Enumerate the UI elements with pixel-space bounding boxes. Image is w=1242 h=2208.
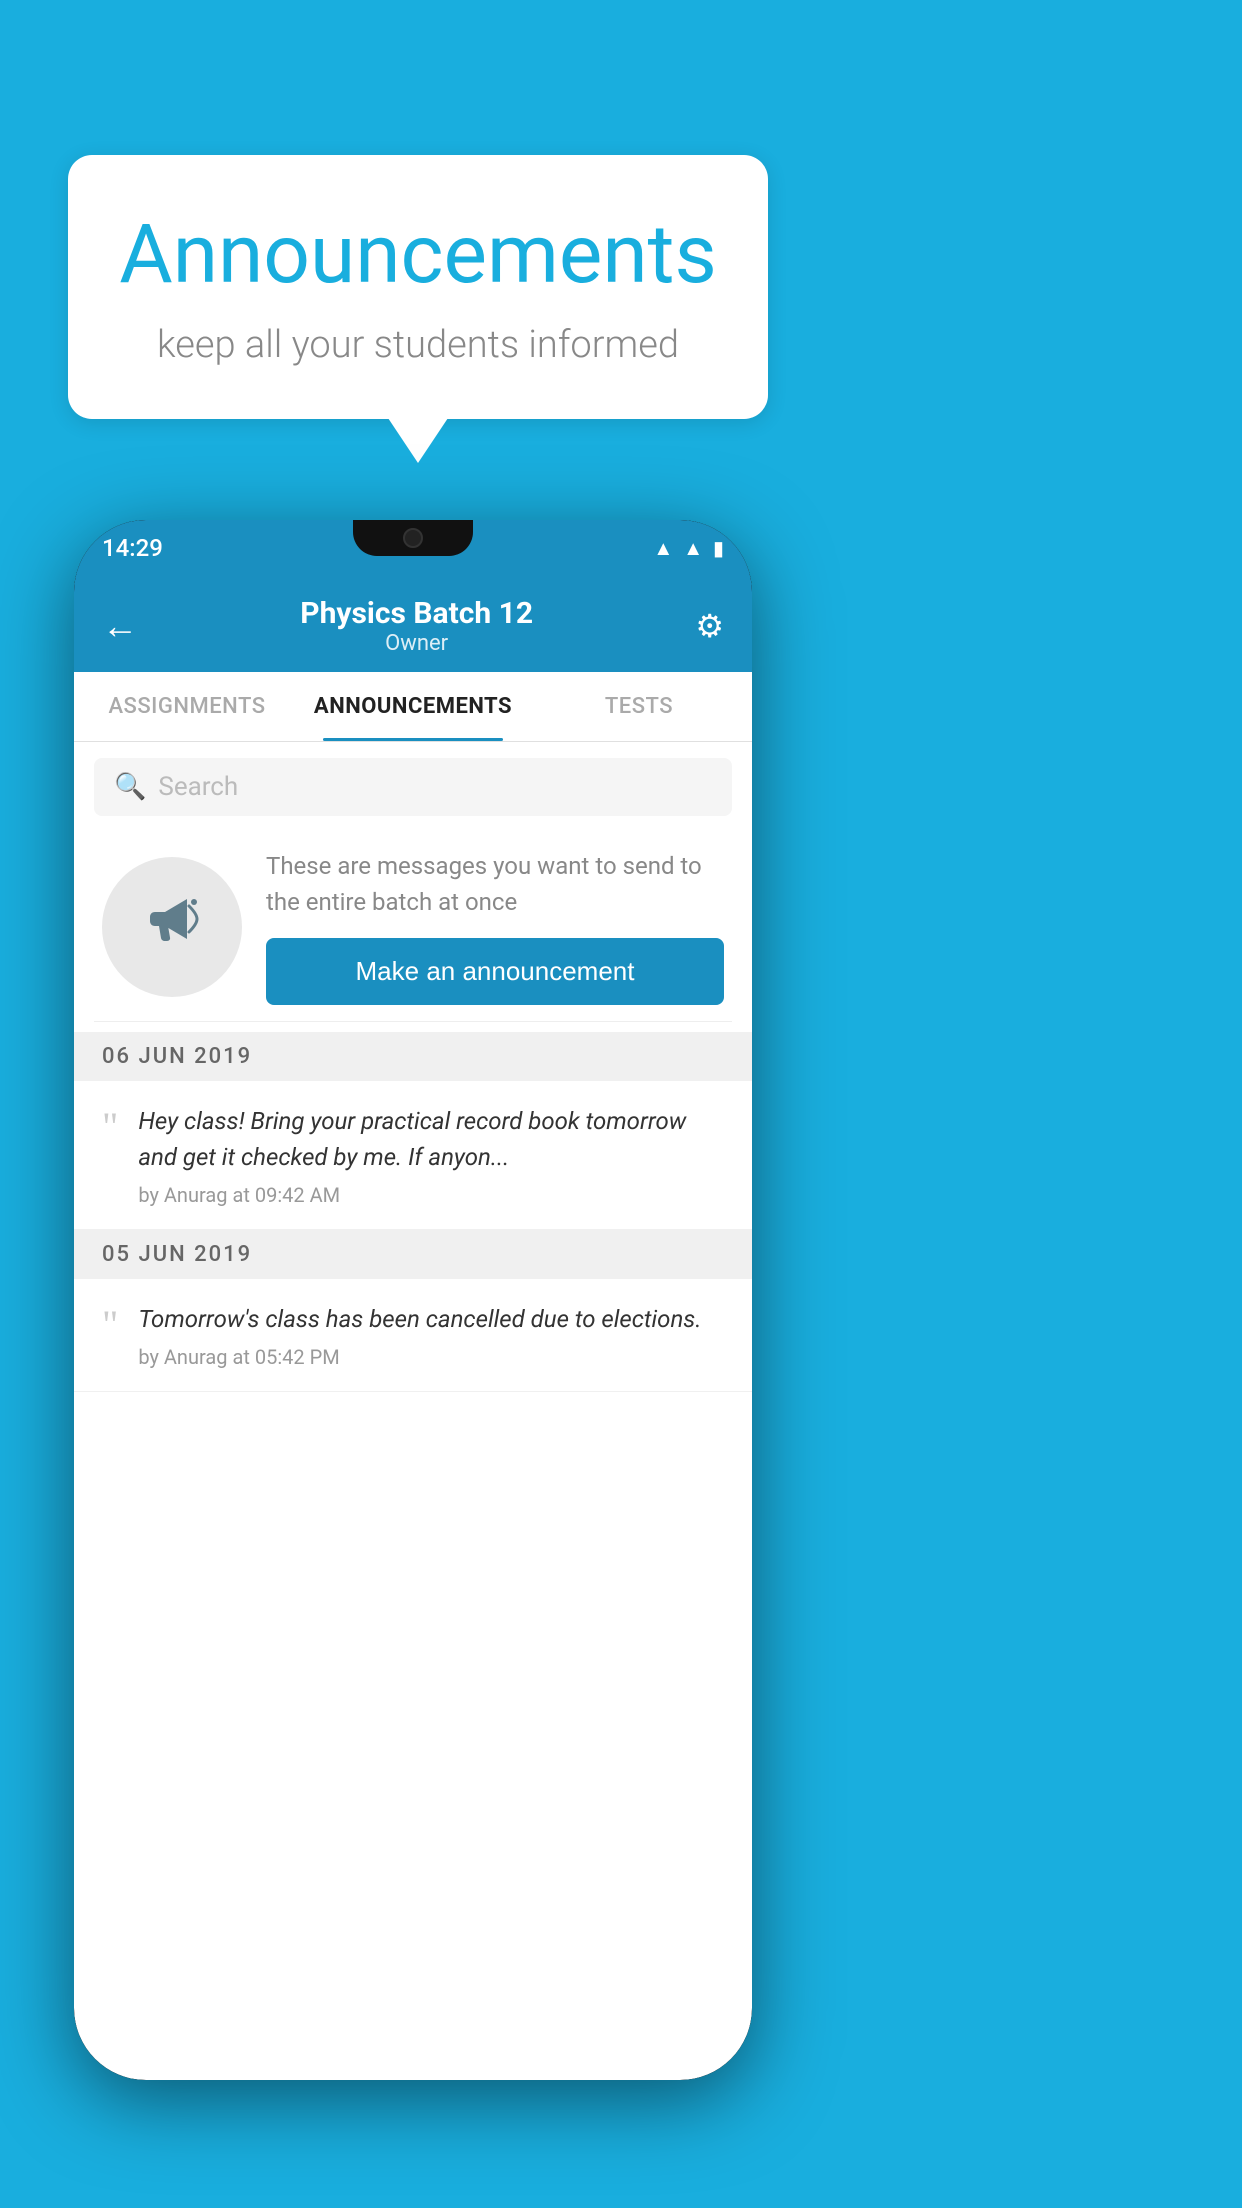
speech-bubble: Announcements keep all your students inf… <box>68 155 768 419</box>
phone-frame: 14:29 ▲ ▲ ▮ ← Physics Batch 12 Owner ⚙ A… <box>74 520 752 2080</box>
announcement-meta-2: by Anurag at 05:42 PM <box>138 1345 339 1369</box>
megaphone-icon <box>137 884 207 969</box>
quote-icon-1: " <box>102 1107 118 1147</box>
announcements-title: Announcements <box>116 207 720 303</box>
quote-icon-2: " <box>102 1305 118 1345</box>
date-separator-1: 06 JUN 2019 <box>74 1032 752 1081</box>
status-bar: 14:29 ▲ ▲ ▮ <box>74 520 752 576</box>
announcement-item-1[interactable]: " Hey class! Bring your practical record… <box>74 1081 752 1230</box>
tab-announcements[interactable]: ANNOUNCEMENTS <box>300 672 526 741</box>
search-bar[interactable]: 🔍 Search <box>94 758 732 816</box>
announcement-body-2: Tomorrow's class has been cancelled due … <box>138 1301 724 1369</box>
wifi-icon: ▲ <box>653 536 673 561</box>
batch-role: Owner <box>300 631 533 656</box>
promo-description: These are messages you want to send to t… <box>266 848 724 920</box>
make-announcement-button[interactable]: Make an announcement <box>266 938 724 1005</box>
app-header: ← Physics Batch 12 Owner ⚙ <box>74 576 752 672</box>
tab-assignments[interactable]: ASSIGNMENTS <box>74 672 300 741</box>
status-time: 14:29 <box>102 534 163 562</box>
announcement-text-1: Hey class! Bring your practical record b… <box>138 1103 724 1175</box>
phone-inner: 14:29 ▲ ▲ ▮ ← Physics Batch 12 Owner ⚙ A… <box>74 520 752 2080</box>
announcement-text-2: Tomorrow's class has been cancelled due … <box>138 1301 724 1337</box>
speech-bubble-container: Announcements keep all your students inf… <box>68 155 768 419</box>
status-icons: ▲ ▲ ▮ <box>653 536 724 561</box>
battery-icon: ▮ <box>713 536 724 560</box>
announcement-item-2[interactable]: " Tomorrow's class has been cancelled du… <box>74 1279 752 1392</box>
tab-tests[interactable]: TESTS <box>526 672 752 741</box>
promo-content: These are messages you want to send to t… <box>266 848 724 1005</box>
front-camera <box>403 528 423 548</box>
promo-card: These are messages you want to send to t… <box>94 832 732 1022</box>
back-button[interactable]: ← <box>102 605 138 647</box>
search-icon: 🔍 <box>114 772 146 802</box>
announcement-body-1: Hey class! Bring your practical record b… <box>138 1103 724 1207</box>
announcements-subtitle: keep all your students informed <box>116 323 720 367</box>
promo-icon-circle <box>102 857 242 997</box>
tab-bar: ASSIGNMENTS ANNOUNCEMENTS TESTS <box>74 672 752 742</box>
announcement-meta-1: by Anurag at 09:42 AM <box>138 1183 340 1207</box>
header-title-block: Physics Batch 12 Owner <box>300 596 533 656</box>
date-separator-2: 05 JUN 2019 <box>74 1230 752 1279</box>
signal-icon: ▲ <box>683 536 703 561</box>
phone-content: 🔍 Search These are message <box>74 742 752 2080</box>
batch-title: Physics Batch 12 <box>300 596 533 631</box>
settings-button[interactable]: ⚙ <box>695 607 724 645</box>
notch <box>353 520 473 556</box>
search-placeholder: Search <box>158 772 238 802</box>
